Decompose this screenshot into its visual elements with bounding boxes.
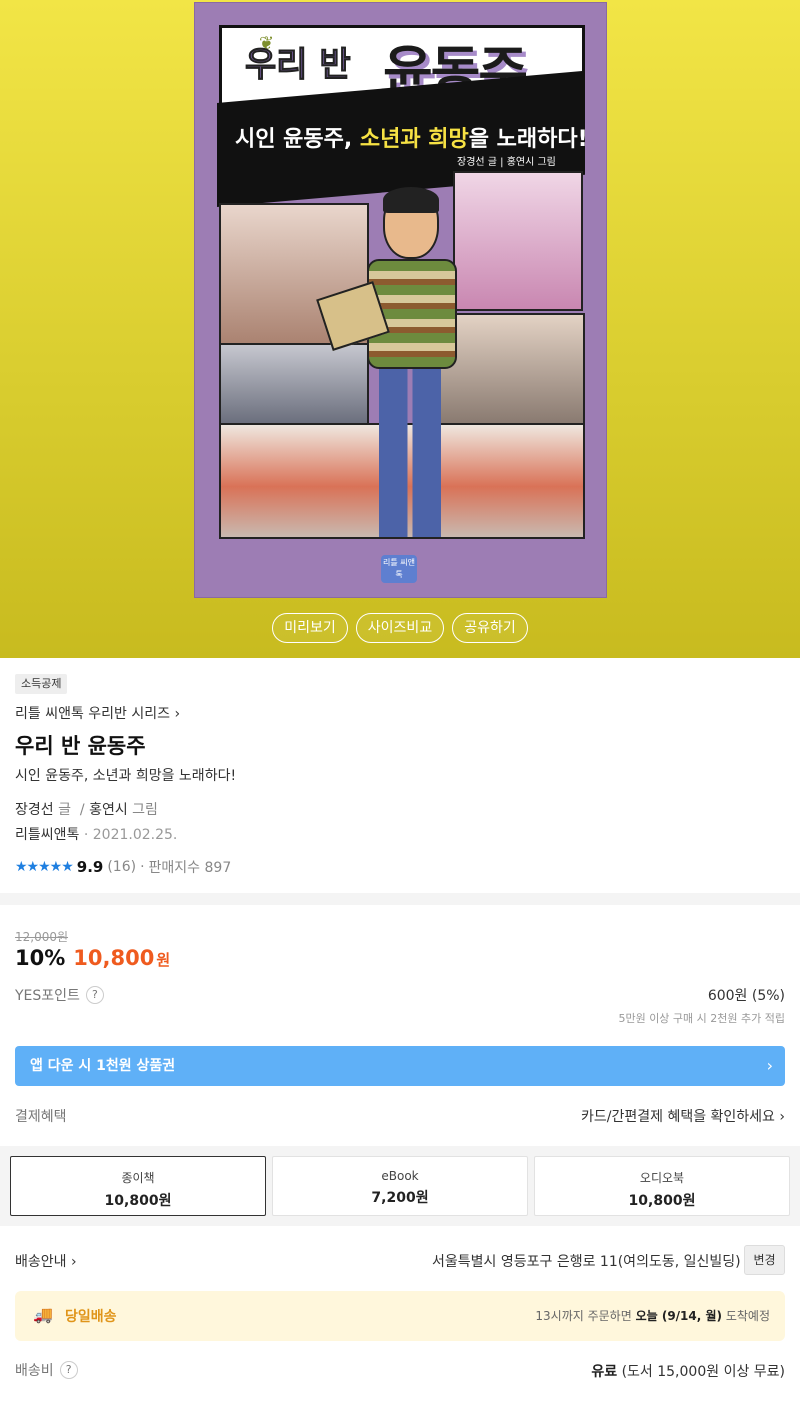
format-audiobook[interactable]: 오디오북 10,800원 <box>534 1156 790 1216</box>
chevron-right-icon: › <box>70 1254 77 1270</box>
shipping-fee-value: 유료 (도서 15,000원 이상 무료) <box>591 1364 785 1380</box>
payment-benefit-link[interactable]: 카드/간편결제 혜택을 확인하세요 › <box>581 1106 785 1126</box>
illustrator-link[interactable]: 홍연시 <box>89 802 128 818</box>
rating-row[interactable]: ★★★★★ 9.9 (16) · 판매지수 897 <box>15 857 231 877</box>
discount-rate: 10% <box>15 946 66 970</box>
format-paper-book[interactable]: 종이책 10,800원 <box>10 1156 266 1216</box>
product-title: 우리 반 윤동주 <box>15 734 146 758</box>
size-compare-button[interactable]: 사이즈비교 <box>355 613 445 643</box>
yes-point-label: YES포인트? <box>15 985 104 1005</box>
help-icon[interactable]: ? <box>85 986 104 1004</box>
chevron-right-icon: › <box>766 1056 773 1075</box>
same-day-label: 당일배송 <box>65 1309 117 1325</box>
hero-area: ❦ 우리 반 윤동주 시인 윤동주, 소년과 희망을 노래하다! 장경선 글 |… <box>0 0 800 658</box>
review-count: (16) <box>107 859 137 875</box>
cover-publisher-logo: 리틀 씨앤톡 <box>381 555 417 583</box>
author-link[interactable]: 장경선 <box>15 802 54 818</box>
cover-boy-illustration <box>316 187 463 545</box>
product-subtitle: 시인 윤동주, 소년과 희망을 노래하다! <box>15 768 237 784</box>
cover-panel <box>453 171 583 311</box>
sales-index: 판매지수 897 <box>148 860 232 876</box>
hero-button-group: 미리보기 사이즈비교 공유하기 <box>0 613 800 643</box>
cover-title-small: 우리 반 <box>245 45 352 86</box>
payment-benefit-label: 결제혜택 <box>15 1109 67 1125</box>
chevron-right-icon: › <box>779 1109 785 1125</box>
delivery-eta: 13시까지 주문하면 오늘 (9/14, 월) 도착예정 <box>535 1309 770 1323</box>
shipping-info-link[interactable]: 배송안내 › <box>15 1251 77 1271</box>
same-day-delivery-box: 🚚 당일배송 13시까지 주문하면 오늘 (9/14, 월) 도착예정 <box>15 1291 785 1341</box>
star-rating-icon: ★★★★★ <box>15 859 74 875</box>
yes-point-note: 5만원 이상 구매 시 2천원 추가 적립 <box>618 1012 785 1025</box>
share-button[interactable]: 공유하기 <box>452 613 528 643</box>
sale-price: 10,800 <box>73 946 155 970</box>
publisher-link[interactable]: 리틀씨앤톡 <box>15 827 79 843</box>
format-selector: 종이책 10,800원 eBook 7,200원 오디오북 10,800원 <box>10 1156 790 1216</box>
yes-point-value: 600원 (5%) <box>707 988 785 1004</box>
help-icon[interactable]: ? <box>59 1361 78 1379</box>
section-divider <box>0 893 800 905</box>
series-link[interactable]: 리틀 씨앤톡 우리반 시리즈 › <box>15 703 180 723</box>
change-address-button[interactable]: 변경 <box>744 1245 785 1275</box>
cover-subtitle: 시인 윤동주, 소년과 희망을 노래하다! <box>235 127 588 152</box>
format-ebook[interactable]: eBook 7,200원 <box>272 1156 528 1216</box>
income-deduction-badge: 소득공제 <box>15 674 68 694</box>
truck-icon: 🚚 <box>33 1305 53 1324</box>
publisher-line: 리틀씨앤톡 · 2021.02.25. <box>15 827 178 843</box>
shipping-fee-label: 배송비? <box>15 1360 78 1380</box>
author-line: 장경선 글 / 홍연시 그림 <box>15 802 158 818</box>
price-line: 10% 10,800 원 <box>15 946 171 970</box>
chevron-right-icon: › <box>174 706 181 722</box>
original-price: 12,000원 <box>15 930 69 944</box>
rating-score: 9.9 <box>76 858 104 876</box>
cover-panel <box>219 343 369 433</box>
book-cover-image[interactable]: ❦ 우리 반 윤동주 시인 윤동주, 소년과 희망을 노래하다! 장경선 글 |… <box>194 2 607 598</box>
shipping-address: 서울특별시 영등포구 은행로 11(여의도동, 일신빌딩) <box>432 1254 741 1270</box>
publish-date: 2021.02.25. <box>92 827 178 843</box>
cover-authors: 장경선 글 | 홍연시 그림 <box>457 157 556 168</box>
preview-button[interactable]: 미리보기 <box>272 613 348 643</box>
app-download-banner[interactable]: 앱 다운 시 1천원 상품권 › <box>15 1046 785 1086</box>
